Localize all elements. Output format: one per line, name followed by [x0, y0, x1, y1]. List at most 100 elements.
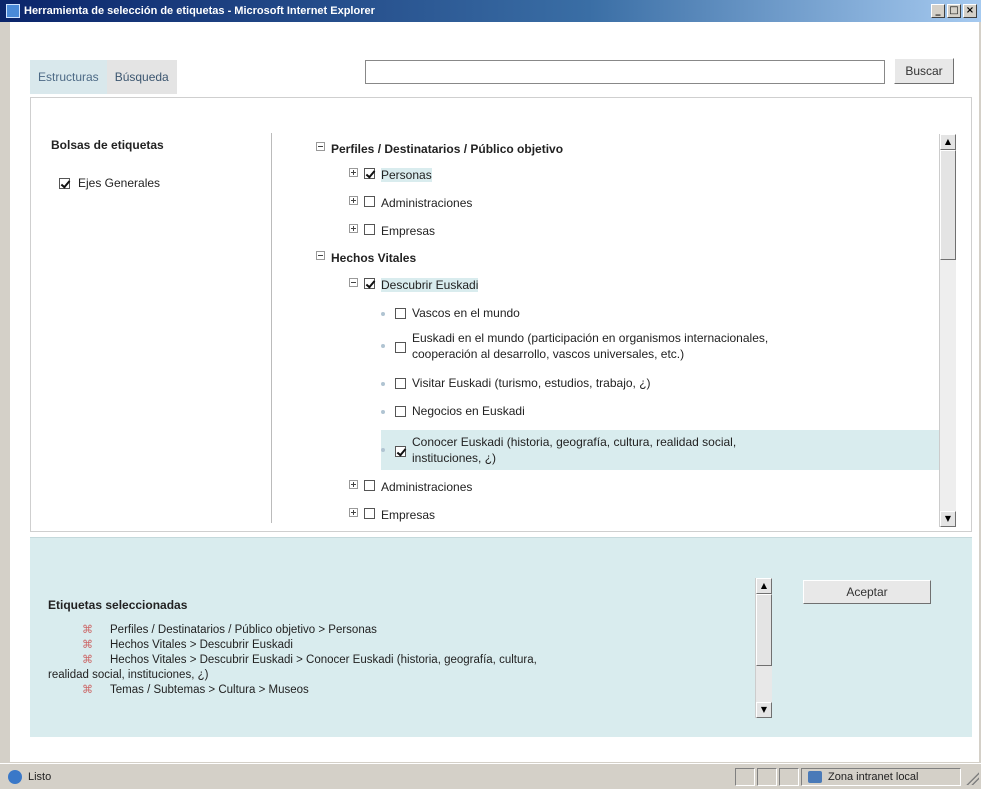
scroll-up-arrow-icon[interactable]: ▲: [940, 134, 956, 150]
tree-leaf[interactable]: Conocer Euskadi (historia, geografía, cu…: [381, 430, 939, 470]
scroll-up-arrow-icon[interactable]: ▲: [756, 578, 772, 594]
status-text: Listo: [28, 770, 52, 783]
tree-leaf[interactable]: Visitar Euskadi (turismo, estudios, trab…: [381, 376, 651, 390]
tree-item-empresas-2[interactable]: Empresas: [349, 508, 435, 522]
selected-tag-label: Hechos Vitales > Descubrir Euskadi > Con…: [110, 654, 537, 666]
intranet-zone-icon: [808, 770, 822, 783]
window-controls: _ □ ×: [931, 4, 977, 18]
checkbox-visitar[interactable]: [395, 378, 406, 389]
checkbox-administraciones-2[interactable]: [364, 480, 375, 491]
scroll-thumb[interactable]: [756, 594, 772, 666]
remove-tag-icon[interactable]: ⌘: [82, 623, 93, 638]
expand-icon[interactable]: [349, 480, 358, 489]
minimize-button[interactable]: _: [931, 4, 945, 18]
selected-tag-label: Perfiles / Destinatarios / Público objet…: [110, 624, 377, 636]
structure-panel: Bolsas de etiquetas Ejes Generales Perfi…: [30, 97, 972, 532]
bullet-icon: [381, 448, 385, 452]
checkbox-negocios[interactable]: [395, 406, 406, 417]
bullet-icon: [381, 410, 385, 414]
expand-icon[interactable]: [349, 508, 358, 517]
checkbox-empresas[interactable]: [364, 224, 375, 235]
scroll-down-arrow-icon[interactable]: ▼: [940, 511, 956, 527]
collapse-icon[interactable]: [316, 142, 325, 151]
accept-button[interactable]: Aceptar: [803, 580, 931, 604]
bullet-icon: [381, 382, 385, 386]
checkbox-vascos[interactable]: [395, 308, 406, 319]
selected-tags-heading: Etiquetas seleccionadas: [48, 598, 188, 612]
leaf-line-1: Euskadi en el mundo (participación en or…: [412, 331, 769, 345]
checkbox-conocer[interactable]: [395, 446, 406, 457]
close-button[interactable]: ×: [963, 4, 977, 18]
remove-tag-icon[interactable]: ⌘: [82, 653, 93, 668]
tree-leaf-label: Conocer Euskadi (historia, geografía, cu…: [412, 434, 736, 466]
tag-bag-item[interactable]: Ejes Generales: [59, 176, 164, 190]
selected-tag-item: ⌘ Temas / Subtemas > Cultura > Museos: [48, 683, 748, 698]
tree-group-label: Perfiles / Destinatarios / Público objet…: [331, 142, 564, 156]
remove-tag-icon[interactable]: ⌘: [82, 683, 93, 698]
resize-grip-icon[interactable]: [963, 768, 979, 785]
checkbox-descubrir-euskadi[interactable]: [364, 278, 375, 289]
window-title: Herramienta de selección de etiquetas - …: [24, 5, 375, 17]
tree-leaf[interactable]: Euskadi en el mundo (participación en or…: [381, 330, 768, 362]
tag-bags-column: Bolsas de etiquetas Ejes Generales: [51, 138, 164, 190]
tree-item-empresas[interactable]: Empresas: [349, 224, 435, 238]
tab-busqueda[interactable]: Búsqueda: [106, 60, 177, 94]
checkbox-euskadi-mundo[interactable]: [395, 342, 406, 353]
selected-tag-label: Temas / Subtemas > Cultura > Museos: [110, 684, 309, 696]
checkbox-personas[interactable]: [364, 168, 375, 179]
collapse-icon[interactable]: [316, 251, 325, 260]
status-cell: [735, 767, 755, 786]
window-left-border: [0, 22, 10, 763]
selected-tag-wrap: realidad social, instituciones, ¿): [48, 669, 209, 681]
selected-tags-list: ⌘ Perfiles / Destinatarios / Público obj…: [48, 623, 748, 698]
tree-item-label: Administraciones: [381, 196, 473, 210]
remove-tag-icon[interactable]: ⌘: [82, 638, 93, 653]
collapse-icon[interactable]: [349, 278, 358, 287]
tab-bar: Estructuras Búsqueda: [30, 60, 177, 94]
maximize-button[interactable]: □: [947, 4, 961, 18]
title-bar: Herramienta de selección de etiquetas - …: [0, 0, 981, 22]
checkbox-empresas-2[interactable]: [364, 508, 375, 519]
expand-icon[interactable]: [349, 224, 358, 233]
expand-icon[interactable]: [349, 196, 358, 205]
scroll-down-arrow-icon[interactable]: ▼: [756, 702, 772, 718]
tree-item-personas[interactable]: Personas: [349, 168, 432, 182]
tree-leaf-label: Visitar Euskadi (turismo, estudios, trab…: [412, 376, 651, 390]
bullet-icon: [381, 344, 385, 348]
tree-group-perfiles[interactable]: Perfiles / Destinatarios / Público objet…: [316, 142, 563, 156]
tree-item-administraciones[interactable]: Administraciones: [349, 196, 472, 210]
selected-tag-item: ⌘ Hechos Vitales > Descubrir Euskadi > C…: [48, 653, 748, 668]
tree-leaf-label: Vascos en el mundo: [412, 306, 520, 320]
tree-item-label: Descubrir Euskadi: [381, 278, 479, 292]
checkbox-administraciones[interactable]: [364, 196, 375, 207]
selected-tag-label: Hechos Vitales > Descubrir Euskadi: [110, 639, 293, 651]
tab-estructuras[interactable]: Estructuras: [30, 60, 107, 94]
tree-scrollbar[interactable]: ▲ ▼: [939, 134, 956, 527]
checkbox-ejes-generales[interactable]: [59, 177, 70, 189]
status-bar: Listo Zona intranet local: [0, 763, 981, 789]
tree-item-label: Personas: [381, 168, 432, 182]
tree-leaf[interactable]: Vascos en el mundo: [381, 306, 520, 320]
tree-group-hechos-vitales[interactable]: Hechos Vitales: [316, 251, 416, 265]
search-button[interactable]: Buscar: [894, 58, 954, 84]
search-input[interactable]: [365, 60, 885, 84]
tree-leaf-label: Negocios en Euskadi: [412, 404, 525, 418]
column-divider: [271, 133, 272, 523]
expand-icon[interactable]: [349, 168, 358, 177]
tree-item-administraciones-2[interactable]: Administraciones: [349, 480, 472, 494]
client-area: Estructuras Búsqueda Buscar Bolsas de et…: [10, 22, 979, 762]
selected-scrollbar[interactable]: ▲ ▼: [755, 578, 772, 718]
ie-app-icon: [6, 4, 20, 18]
ie-page-icon: [8, 769, 22, 784]
tree-item-label: Empresas: [381, 508, 436, 522]
selected-tag-item: ⌘ Perfiles / Destinatarios / Público obj…: [48, 623, 748, 638]
tree-item-descubrir-euskadi[interactable]: Descubrir Euskadi: [349, 278, 479, 292]
status-cell: [779, 767, 799, 786]
status-left: Listo: [0, 769, 733, 784]
tree-leaf[interactable]: Negocios en Euskadi: [381, 404, 525, 418]
selected-tags-panel: Etiquetas seleccionadas ⌘ Perfiles / Des…: [30, 537, 972, 737]
tag-bags-heading: Bolsas de etiquetas: [51, 138, 164, 152]
selected-tag-item: ⌘ Hechos Vitales > Descubrir Euskadi: [48, 638, 748, 653]
scroll-thumb[interactable]: [940, 150, 956, 260]
leaf-line-2: cooperación al desarrollo, vascos univer…: [412, 347, 685, 361]
